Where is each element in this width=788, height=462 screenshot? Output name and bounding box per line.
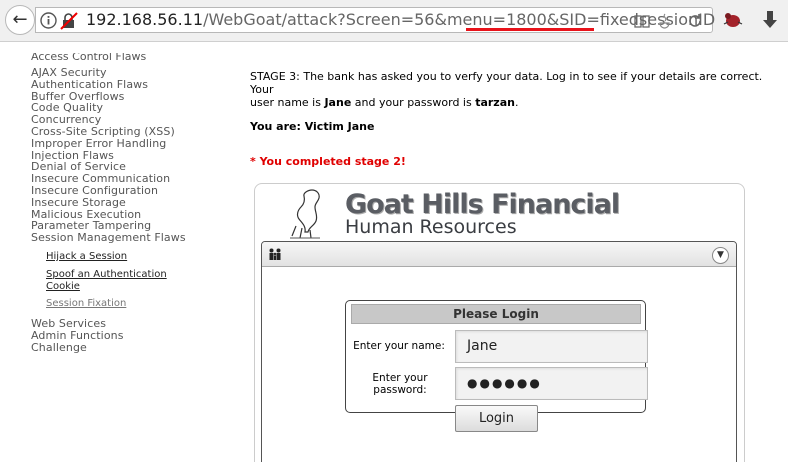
menu-item[interactable]: Authentication Flaws <box>31 78 246 91</box>
menu-item[interactable]: Improper Error Handling <box>31 137 246 150</box>
back-arrow-icon[interactable]: ← <box>5 5 35 35</box>
url-bar[interactable]: 192.168.56.11/WebGoat/attack?Screen=56&m… <box>35 7 715 33</box>
menu-item[interactable]: Cross-Site Scripting (XSS) <box>31 126 246 138</box>
lesson-menu-bottom: Web Services Admin Functions Challenge <box>31 318 246 353</box>
login-button[interactable]: Login <box>455 405 538 432</box>
extension-bug-icon[interactable] <box>722 10 744 30</box>
password-label: Enter your password: <box>372 372 428 396</box>
menu-item[interactable]: Admin Functions <box>31 329 246 342</box>
app-panel-header <box>262 242 736 267</box>
info-icon[interactable] <box>40 12 57 29</box>
reload-icon[interactable] <box>686 12 704 30</box>
lesson-content: STAGE 3: The bank has asked you to verfy… <box>250 70 780 168</box>
menu-item[interactable]: Challenge <box>31 341 246 354</box>
url-text[interactable]: 192.168.56.11/WebGoat/attack?Screen=56&m… <box>86 10 715 29</box>
stage-instructions: STAGE 3: The bank has asked you to verfy… <box>250 70 763 109</box>
download-icon[interactable] <box>760 8 780 32</box>
reader-view-icon[interactable] <box>633 12 651 30</box>
you-are-label: You are: Victim Jane <box>250 120 375 133</box>
submenu-spoof-auth-cookie[interactable]: Spoof an Authentication <box>46 269 167 281</box>
name-input[interactable]: Jane <box>455 330 648 363</box>
goat-logo-icon <box>290 189 320 239</box>
sid-highlight-underline <box>466 28 594 31</box>
menu-item[interactable]: Insecure Storage <box>31 196 246 209</box>
app-subtitle: Human Resources <box>345 216 517 238</box>
submenu-session-fixation[interactable]: Session Fixation <box>46 298 126 310</box>
name-label: Enter your name: <box>353 340 445 352</box>
completed-message: * You completed stage 2! <box>250 155 406 168</box>
collapse-chevron-icon[interactable]: ▼ <box>712 247 729 264</box>
menu-item-access-control[interactable]: Access Control Flaws <box>31 53 146 61</box>
lesson-menu: AJAX Security Authentication Flaws Buffe… <box>31 67 246 244</box>
java-plugin-icon[interactable] <box>656 12 674 30</box>
login-title: Please Login <box>351 304 641 324</box>
submenu-spoof-auth-cookie-2[interactable]: Cookie <box>46 281 80 293</box>
insecure-lock-icon[interactable] <box>60 12 78 30</box>
password-input[interactable]: ●●●●●● <box>455 367 648 400</box>
menu-item[interactable]: Insecure Configuration <box>31 185 246 197</box>
menu-item[interactable]: Session Management Flaws <box>31 232 246 244</box>
browser-toolbar: ← 192.168.56.11/WebGoat/attack?Screen=56… <box>0 0 788 42</box>
submenu-hijack-session[interactable]: Hijack a Session <box>46 251 127 263</box>
people-icon <box>269 248 281 260</box>
